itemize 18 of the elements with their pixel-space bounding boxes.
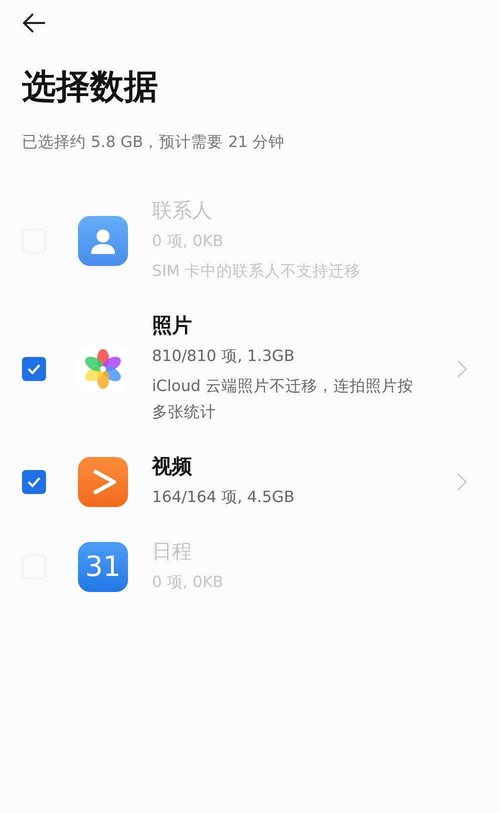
item-name: 视频 [152,453,193,480]
play-icon [78,456,128,506]
check-icon [27,476,41,488]
checkbox[interactable] [22,356,46,380]
back-icon[interactable] [22,12,46,34]
check-icon [27,362,41,374]
item-count: 164/164 项, 4.5GB [152,487,296,508]
page-title: 选择数据 [22,66,159,109]
contact-icon [78,216,128,266]
chevron-icon[interactable] [456,358,468,378]
item-count: 810/810 项, 1.3GB [152,346,296,367]
item-note: iCloud 云端照片不迁移，连拍照片按多张统计 [152,376,415,423]
flower-icon [78,344,128,394]
summary-text: 已选择约 5.8 GB，预计需要 21 分钟 [22,132,286,153]
calendar-icon: 31 [78,542,128,592]
checkbox[interactable] [22,470,46,494]
chevron-icon[interactable] [456,472,468,492]
item-name: 照片 [152,312,193,339]
